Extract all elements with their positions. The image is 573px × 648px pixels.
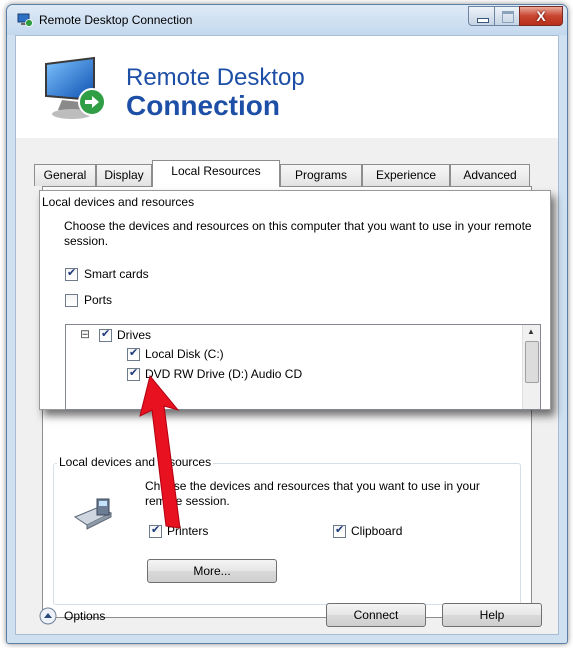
drives-checkbox[interactable] <box>99 327 112 342</box>
options-label[interactable]: Options <box>64 609 105 623</box>
minimize-icon <box>477 18 489 23</box>
scroll-thumb[interactable] <box>525 341 539 383</box>
collapse-toggle-icon[interactable]: ⊟ <box>80 327 90 341</box>
smart-cards-checkbox[interactable] <box>65 266 78 281</box>
connect-button[interactable]: Connect <box>326 603 426 627</box>
zoom-description: Choose the devices and resources on this… <box>64 219 532 248</box>
options-expand-icon[interactable] <box>38 606 58 626</box>
maximize-button[interactable] <box>494 6 520 26</box>
keyboard-device-icon <box>73 498 113 530</box>
tree-scrollbar[interactable]: ▲ <box>522 325 540 409</box>
zoom-group-title: Local devices and resources <box>42 195 195 209</box>
ports-checkbox[interactable] <box>65 294 78 307</box>
header-title-line1: Remote Desktop <box>126 64 305 91</box>
tab-experience[interactable]: Experience <box>362 164 450 186</box>
close-button[interactable]: X <box>519 6 563 26</box>
monitor-logo-icon <box>45 56 106 119</box>
ports-label: Ports <box>84 293 113 307</box>
local-disk-checkbox[interactable] <box>127 346 140 361</box>
maximize-icon <box>502 11 514 23</box>
zoomed-callout: Local devices and resources Choose the d… <box>39 190 551 410</box>
header-banner: Remote Desktop Connection <box>16 36 558 138</box>
tab-programs[interactable]: Programs <box>280 164 362 186</box>
rdc-app-icon <box>17 13 33 27</box>
help-button[interactable]: Help <box>442 603 542 627</box>
red-arrow-annotation <box>139 374 181 529</box>
drives-label: Drives <box>117 328 152 342</box>
title-bar[interactable]: Remote Desktop Connection X <box>7 5 567 35</box>
minimize-button[interactable] <box>468 6 495 26</box>
scroll-up-icon[interactable]: ▲ <box>527 327 535 336</box>
smart-cards-label: Smart cards <box>84 267 149 281</box>
clipboard-label: Clipboard <box>351 524 403 538</box>
close-icon: X <box>536 8 546 24</box>
tab-advanced[interactable]: Advanced <box>450 164 530 186</box>
window-title: Remote Desktop Connection <box>39 13 193 27</box>
clipboard-checkbox[interactable] <box>333 523 346 538</box>
tab-local-resources[interactable]: Local Resources <box>152 160 280 187</box>
local-disk-label: Local Disk (C:) <box>145 347 224 361</box>
header-title-line2: Connection <box>126 90 280 121</box>
tab-general[interactable]: General <box>34 164 96 186</box>
tab-display[interactable]: Display <box>96 164 152 186</box>
